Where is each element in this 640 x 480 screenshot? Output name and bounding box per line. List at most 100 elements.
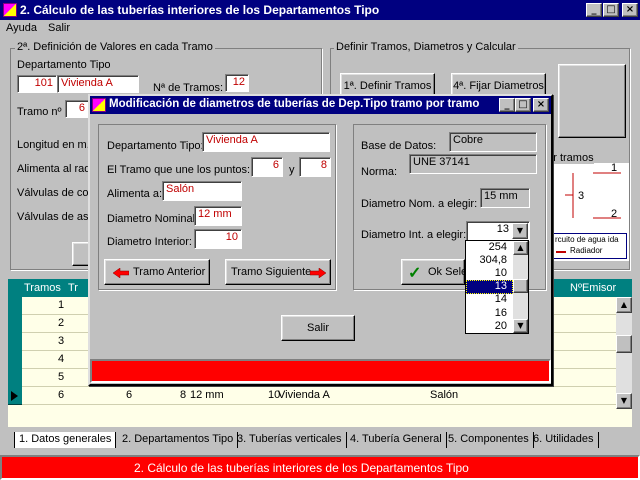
dialog-salir-button[interactable]: Salir [281,315,355,341]
tramo-siguiente-button[interactable]: Tramo Siguiente [225,259,331,285]
dialog-progress-bar [90,359,551,383]
dropdown-option[interactable]: 14 [466,293,513,307]
diagram-node-1: 1 [611,162,618,174]
dlg-nom-elegir-field: 15 mm [480,188,530,208]
tramo-field[interactable]: 6 [65,100,89,118]
cell-n: 6 [58,389,65,401]
diagram-node-2: 2 [611,208,618,220]
dialog-close-button[interactable]: × [533,98,549,112]
tramo-siguiente-label: Tramo Siguiente [231,266,312,278]
depto-name-field[interactable]: Vivienda A [57,75,139,93]
dialog-app-icon [92,98,106,112]
dlg-punto1-field[interactable]: 6 [251,157,283,177]
dropdown-option[interactable]: 16 [466,307,513,321]
combo-dropdown-icon[interactable]: ▼ [512,223,528,239]
tab-departamentos-tipo[interactable]: 2. Departamentos Tipo [118,432,239,448]
blank-panel-button[interactable] [558,64,626,138]
cell-punto2: 8 [180,389,187,401]
maximize-button[interactable]: □ [603,3,619,17]
window-title: 2. Cálculo de las tuberías interiores de… [20,3,380,17]
define-tramos-group-title: Definir Tramos, Diametros y Calcular [334,41,518,53]
diameter-dropdown-list[interactable]: 254 304,8 10 13 14 16 20 ▲ ▼ [465,240,529,334]
valvulas-co-label: Válvulas de co [17,187,89,199]
app-icon [3,3,17,17]
close-button[interactable]: × [622,3,638,17]
grid-header-tramos: Tramos [24,282,61,294]
tramo-anterior-label: Tramo Anterior [133,266,206,278]
grid-vscrollbar[interactable]: ▲ ▼ [616,297,632,409]
status-text: 2. Cálculo de las tuberías interiores de… [134,461,469,475]
main-titlebar: 2. Cálculo de las tuberías interiores de… [0,0,640,20]
dialog-maximize-button[interactable]: □ [515,98,531,112]
tramo-label: Tramo nº [17,106,62,118]
ok-seleccion-button[interactable]: ✓ Ok Sele [401,259,468,285]
scroll-down-icon[interactable]: ▼ [616,393,632,409]
dropdown-scroll-thumb[interactable] [513,279,528,293]
dialog-minimize-button[interactable]: _ [499,98,515,112]
menu-item-ayuda[interactable]: Ayuda [6,22,37,34]
scroll-up-icon[interactable]: ▲ [616,297,632,313]
tramo-values-group-title: 2ª. Definición de Valores en cada Tramo [15,41,215,53]
grid-header-emisores: NºEmisor [570,282,617,294]
dlg-punto2-field[interactable]: 8 [299,157,331,177]
diagram-legend: rcuito de agua ida Radiador [553,233,627,259]
scroll-thumb[interactable] [616,335,632,353]
dropdown-scroll-down-icon[interactable]: ▼ [513,319,528,333]
dropdown-option[interactable]: 10 [466,267,513,281]
dlg-tramo-label: El Tramo que une los puntos: [107,164,251,176]
diagram-node-3: 3 [578,190,585,202]
checkmark-icon: ✓ [408,265,422,282]
minimize-button[interactable]: _ [586,3,602,17]
menu-item-salir[interactable]: Salir [48,22,70,34]
num-tramos-label: Nª de Tramos: [153,82,224,94]
dlg-nominal-label: Diametro Nominal: [107,213,199,225]
dlg-alimenta-label: Alimenta a: [107,188,163,200]
dropdown-option[interactable]: 254 [466,241,513,255]
tramo-anterior-button[interactable]: Tramo Anterior [104,259,210,285]
legend-radiator-swatch [556,251,566,253]
dropdown-scrollbar[interactable]: ▲ ▼ [513,241,528,333]
row-indicator-column [8,297,22,405]
dropdown-option[interactable]: 20 [466,320,513,334]
cell-alimenta: Salón [430,389,459,401]
depto-label: Departamento Tipo [17,59,111,71]
menu-bar: Ayuda Salir [0,20,640,38]
dlg-interior-label: Diametro Interior: [107,236,192,248]
valvulas-as-label: Válvulas de as [17,211,89,223]
status-bar: 2. Cálculo de las tuberías interiores de… [0,455,640,480]
dropdown-option[interactable]: 304,8 [466,254,513,268]
grid-header-tr: Tr [68,282,78,294]
cell-depto: Vivienda A [278,389,330,401]
legend-circuit: rcuito de agua ida [555,235,619,244]
dlg-int-elegir-label: Diametro Int. a elegir: [361,229,467,241]
dlg-norma-field: UNE 37141 [409,154,537,174]
dlg-depto-label: Departamento Tipo: [107,140,204,152]
dropdown-scroll-up-icon[interactable]: ▲ [513,241,528,255]
alimenta-label: Alimenta al rad [17,163,91,175]
tab-tuberias-verticales[interactable]: 3. Tuberías verticales [233,432,347,448]
dialog-titlebar: Modificación de diametros de tuberías de… [90,96,551,114]
dialog-title: Modificación de diametros de tuberías de… [109,98,480,110]
dlg-interior-field[interactable]: 10 [194,229,242,249]
tab-datos-generales[interactable]: 1. Datos generales [14,432,117,448]
dlg-norma-label: Norma: [361,166,398,178]
dlg-depto-field[interactable]: Vivienda A [202,132,330,152]
tab-strip: 1. Datos generales 2. Departamentos Tipo… [14,432,634,450]
dlg-nominal-field[interactable]: 12 mm [194,206,242,226]
num-tramos-field[interactable]: 12 [225,74,249,92]
dropdown-option-selected[interactable]: 13 [466,280,513,294]
dlg-alimenta-field[interactable]: Salón [162,181,242,201]
tab-componentes[interactable]: 5. Componentes [444,432,534,448]
longitud-label: Longitud en m. [17,139,90,151]
tab-utilidades[interactable]: 6. Utilidades [529,432,599,448]
depto-number-field[interactable]: 101 [17,75,57,93]
legend-radiator: Radiador [570,246,603,255]
arrow-right-icon [310,268,326,278]
table-row-current[interactable]: 6 6 8 12 mm 10 Vivienda A Salón [22,387,616,405]
cell-punto1: 6 [126,389,133,401]
tab-tuberia-general[interactable]: 4. Tubería General [346,432,447,448]
diagram-lines [565,172,621,219]
ok-seleccion-label: Ok Sele [428,266,468,278]
dlg-db-label: Base de Datos: [361,140,437,152]
dlg-nom-elegir-label: Diametro Nom. a elegir: [361,198,478,210]
